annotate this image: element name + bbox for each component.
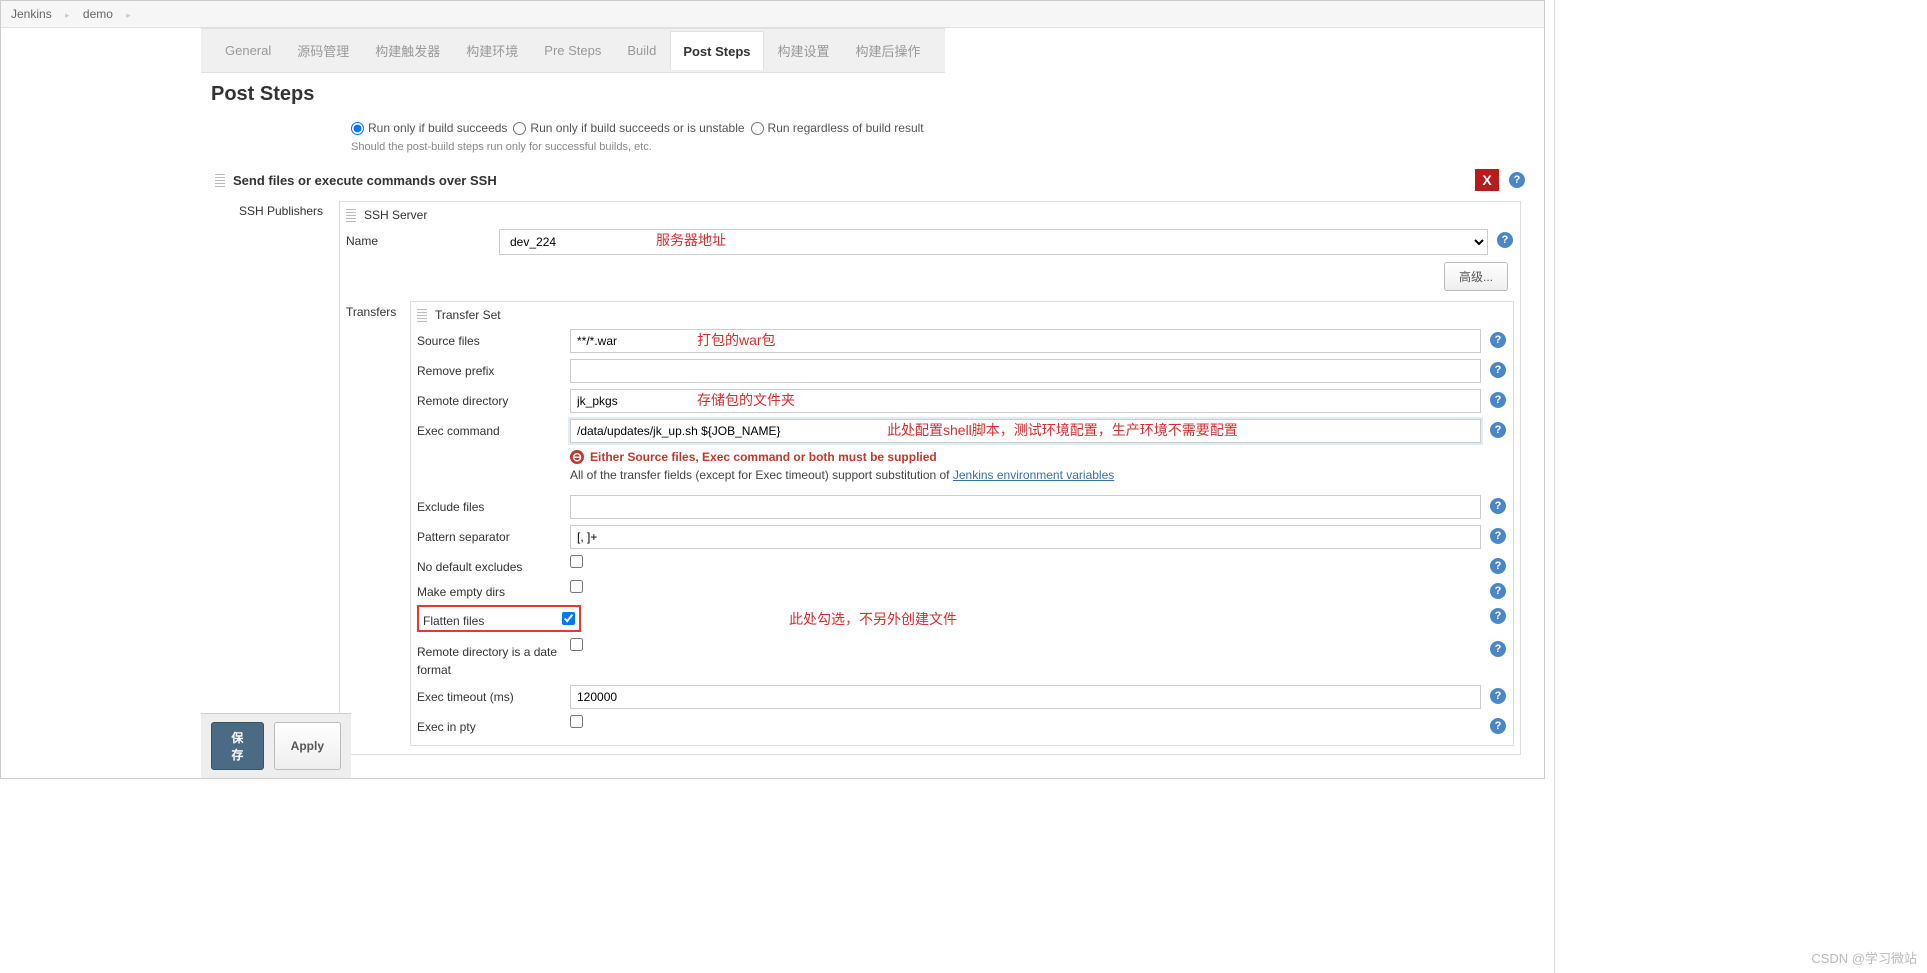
help-icon[interactable]: ?	[1509, 172, 1525, 188]
remote-dir-label: Remote directory	[417, 389, 562, 408]
close-button[interactable]: X	[1475, 169, 1499, 191]
radio-regardless-label: Run regardless of build result	[768, 121, 924, 135]
pattern-sep-label: Pattern separator	[417, 525, 562, 544]
tab-poststeps[interactable]: Post Steps	[670, 31, 763, 70]
step-header: Send files or execute commands over SSH …	[211, 167, 1529, 193]
breadcrumb-root[interactable]: Jenkins	[11, 7, 52, 21]
page-title: Post Steps	[211, 83, 1529, 106]
radio-succeeds-label: Run only if build succeeds	[368, 121, 507, 135]
flatten-files-checkbox[interactable]	[562, 612, 575, 625]
transfers-label: Transfers	[346, 299, 404, 746]
tab-presteps[interactable]: Pre Steps	[532, 31, 613, 70]
tab-buildsettings[interactable]: 构建设置	[766, 31, 842, 70]
remove-prefix-label: Remove prefix	[417, 359, 562, 378]
watermark: CSDN @学习微站	[1811, 948, 1917, 967]
help-icon[interactable]: ?	[1490, 392, 1506, 408]
radio-unstable[interactable]	[513, 122, 526, 135]
exclude-files-input[interactable]	[570, 495, 1481, 519]
ssh-server-header: SSH Server	[364, 208, 427, 222]
exclude-files-label: Exclude files	[417, 495, 562, 514]
help-icon[interactable]: ?	[1490, 528, 1506, 544]
help-icon[interactable]: ?	[1490, 332, 1506, 348]
remote-dir-date-label: Remote directory is a date format	[417, 638, 562, 679]
env-vars-link[interactable]: Jenkins environment variables	[953, 468, 1114, 482]
help-icon[interactable]: ?	[1490, 422, 1506, 438]
tab-scm[interactable]: 源码管理	[285, 31, 361, 70]
pattern-sep-input[interactable]	[570, 525, 1481, 549]
help-icon[interactable]: ?	[1490, 718, 1506, 734]
run-options-hint: Should the post-build steps run only for…	[201, 135, 1529, 167]
error-icon: ⊖	[570, 450, 584, 464]
advanced-button[interactable]: 高级...	[1444, 262, 1508, 291]
no-default-excludes-checkbox[interactable]	[570, 555, 583, 568]
error-text: Either Source files, Exec command or bot…	[590, 450, 937, 464]
chevron-right-icon: ▸	[116, 10, 141, 20]
remote-dir-date-checkbox[interactable]	[570, 638, 583, 651]
help-icon[interactable]: ?	[1490, 362, 1506, 378]
breadcrumb-project[interactable]: demo	[83, 7, 113, 21]
exec-cmd-input[interactable]	[570, 419, 1481, 443]
step-title: Send files or execute commands over SSH	[233, 173, 497, 188]
source-files-input[interactable]	[570, 329, 1481, 353]
exec-timeout-input[interactable]	[570, 685, 1481, 709]
footer-actions: 保存 Apply	[201, 713, 351, 778]
make-empty-dirs-label: Make empty dirs	[417, 580, 562, 599]
info-text: All of the transfer fields (except for E…	[570, 466, 1507, 492]
flatten-files-label: Flatten files	[423, 609, 554, 628]
server-name-select[interactable]: dev_224	[499, 229, 1488, 255]
ssh-publishers-label: SSH Publishers	[239, 199, 339, 755]
annot-flatten: 此处勾选，不另外创建文件	[789, 609, 957, 629]
chevron-right-icon: ▸	[55, 10, 80, 20]
tab-build[interactable]: Build	[615, 31, 668, 70]
breadcrumb: Jenkins ▸ demo ▸	[1, 1, 1544, 28]
radio-succeeds[interactable]	[351, 122, 364, 135]
help-icon[interactable]: ?	[1497, 232, 1513, 248]
tab-postbuild[interactable]: 构建后操作	[844, 31, 933, 70]
exec-in-pty-label: Exec in pty	[417, 715, 562, 734]
help-icon[interactable]: ?	[1490, 558, 1506, 574]
right-panel	[1554, 0, 1927, 973]
drag-handle-icon[interactable]	[417, 308, 427, 322]
help-icon[interactable]: ?	[1490, 608, 1506, 624]
help-icon[interactable]: ?	[1490, 583, 1506, 599]
server-name-label: Name	[346, 229, 491, 248]
remote-dir-input[interactable]	[570, 389, 1481, 413]
exec-cmd-label: Exec command	[417, 419, 562, 438]
save-button[interactable]: 保存	[211, 722, 264, 770]
help-icon[interactable]: ?	[1490, 688, 1506, 704]
config-tabs: General 源码管理 构建触发器 构建环境 Pre Steps Build …	[201, 28, 945, 73]
drag-handle-icon[interactable]	[215, 173, 225, 187]
tab-triggers[interactable]: 构建触发器	[363, 31, 452, 70]
radio-regardless[interactable]	[751, 122, 764, 135]
tab-env[interactable]: 构建环境	[454, 31, 530, 70]
apply-button[interactable]: Apply	[274, 722, 341, 770]
no-default-excludes-label: No default excludes	[417, 555, 562, 574]
help-icon[interactable]: ?	[1490, 641, 1506, 657]
source-files-label: Source files	[417, 329, 562, 348]
transfer-set-header: Transfer Set	[435, 308, 501, 322]
run-options: Run only if build succeeds Run only if b…	[201, 121, 1529, 135]
make-empty-dirs-checkbox[interactable]	[570, 580, 583, 593]
exec-timeout-label: Exec timeout (ms)	[417, 685, 562, 704]
remove-prefix-input[interactable]	[570, 359, 1481, 383]
tab-general[interactable]: General	[213, 31, 283, 70]
drag-handle-icon[interactable]	[346, 208, 356, 222]
help-icon[interactable]: ?	[1490, 498, 1506, 514]
radio-unstable-label: Run only if build succeeds or is unstabl…	[530, 121, 744, 135]
exec-in-pty-checkbox[interactable]	[570, 715, 583, 728]
